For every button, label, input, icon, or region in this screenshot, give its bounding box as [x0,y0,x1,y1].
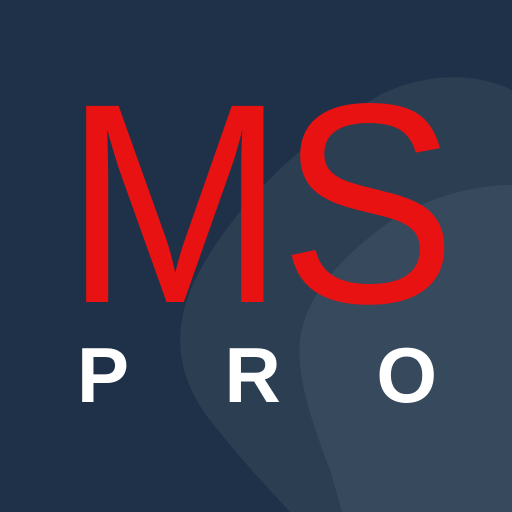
logo-pro-letter-o: O [376,331,437,419]
logo-pro-letter-p: P [77,331,130,419]
logo-pro-text: P R O [77,331,437,419]
logo-pro-letter-r: R [224,331,281,419]
logo-ms-text: MS [64,45,456,363]
app-icon: MS P R O [0,0,512,512]
